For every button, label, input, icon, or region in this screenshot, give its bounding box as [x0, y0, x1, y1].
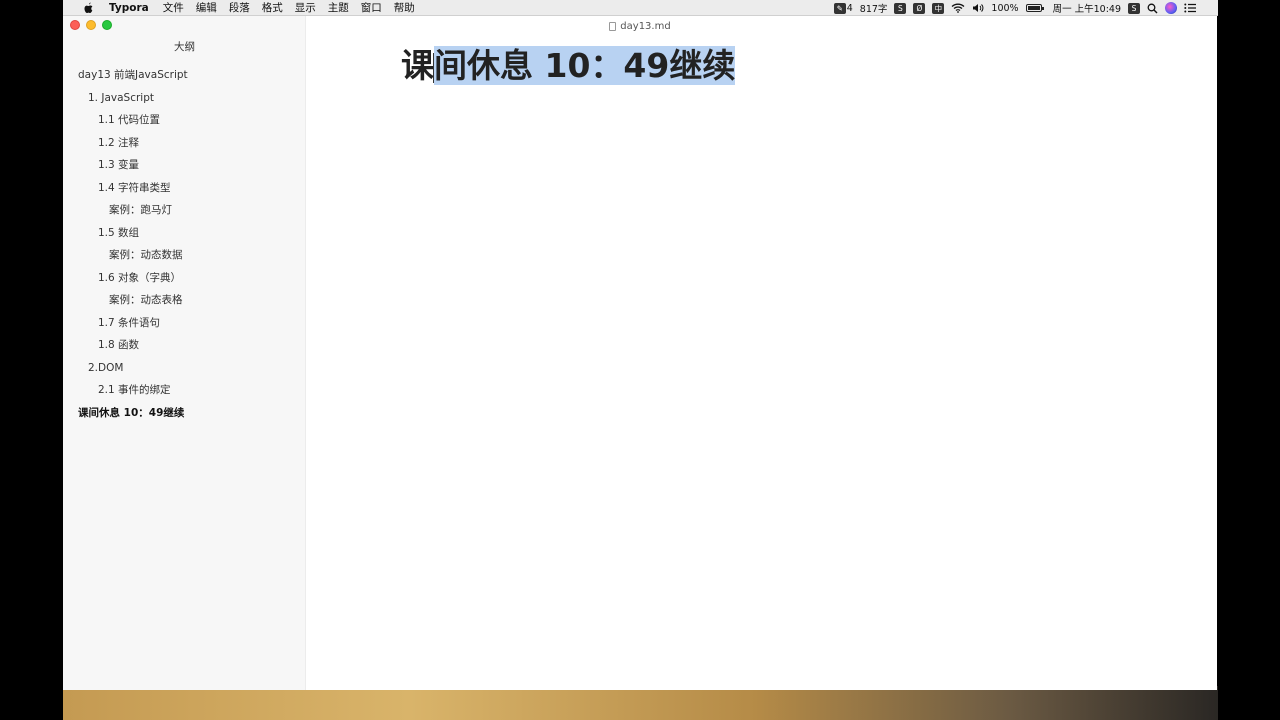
window-controls [70, 20, 112, 30]
outline-item[interactable]: 1.7 条件语句 [63, 312, 306, 335]
clock[interactable]: 周一 上午10:49 [1053, 1, 1121, 15]
spotlight-search-icon[interactable] [1147, 3, 1158, 14]
outline-item[interactable]: 1.5 数组 [63, 222, 306, 245]
outline-item[interactable]: 1.1 代码位置 [63, 109, 306, 132]
notification-status[interactable]: ✎ 4 [833, 2, 853, 14]
desktop-wallpaper [63, 686, 1218, 720]
menu-window[interactable]: 窗口 [355, 0, 388, 15]
editor-area[interactable]: 课间休息 10：49继续 [307, 36, 1217, 690]
menu-paragraph[interactable]: 段落 [223, 0, 256, 15]
menu-theme[interactable]: 主题 [322, 0, 355, 15]
outline-item[interactable]: 2.1 事件的绑定 [63, 379, 306, 402]
menu-format[interactable]: 格式 [256, 0, 289, 15]
outline-item[interactable]: 1.3 变量 [63, 154, 306, 177]
menu-view[interactable]: 显示 [289, 0, 322, 15]
minimize-button[interactable] [86, 20, 96, 30]
outline-list: day13 前端JavaScript 1. JavaScript 1.1 代码位置 1… [63, 64, 306, 424]
title-bar: day13.md [63, 16, 1217, 36]
menu-help[interactable]: 帮助 [388, 0, 421, 15]
battery-icon[interactable] [1025, 4, 1044, 12]
outline-item[interactable]: 案例：动态表格 [63, 289, 306, 312]
outline-item[interactable]: 1.2 注释 [63, 132, 306, 155]
outline-item[interactable]: 1.4 字符串类型 [63, 177, 306, 200]
ime-indicator[interactable]: 中 [932, 2, 945, 14]
word-count[interactable]: 817字 [860, 1, 888, 15]
outline-item[interactable]: 案例：动态数据 [63, 244, 306, 267]
extension-icon[interactable]: S [1128, 2, 1140, 14]
menu-edit[interactable]: 编辑 [190, 0, 223, 15]
outline-item[interactable]: 1.6 对象（字典） [63, 267, 306, 290]
notification-count: 4 [846, 2, 853, 14]
outline-item[interactable]: 案例：跑马灯 [63, 199, 306, 222]
document-icon [609, 21, 617, 31]
outline-item[interactable]: 2.DOM [63, 357, 306, 380]
document-title-text: day13.md [620, 20, 671, 32]
battery-fill [1027, 6, 1040, 10]
typora-window: 大纲 day13 前端JavaScript 1. JavaScript 1.1 代码… [63, 16, 1217, 690]
outline-sidebar: 大纲 day13 前端JavaScript 1. JavaScript 1.1 代码… [63, 16, 306, 690]
outline-item[interactable]: 课间休息 10：49继续 [63, 402, 306, 425]
heading-text-selected: 间休息 10：49继续 [434, 46, 736, 85]
app-badge-icon: ✎ [833, 2, 846, 14]
outline-item[interactable]: day13 前端JavaScript [63, 64, 306, 87]
menubar: Typora 文件 编辑 段落 格式 显示 主题 窗口 帮助 ✎ 4 817字 … [63, 0, 1218, 16]
volume-icon[interactable] [972, 3, 984, 13]
tool-icon[interactable]: Ø [913, 2, 926, 14]
heading-1[interactable]: 课间休息 10：49继续 [401, 44, 736, 88]
zoom-button[interactable] [102, 20, 112, 30]
sync-icon[interactable]: S [894, 2, 907, 14]
wifi-icon[interactable] [951, 3, 965, 13]
notification-center-icon[interactable] [1184, 3, 1196, 13]
outline-title: 大纲 [174, 41, 195, 53]
menu-app-name[interactable]: Typora [105, 2, 157, 14]
heading-text-unselected: 课 [401, 46, 434, 85]
menu-file[interactable]: 文件 [157, 0, 190, 15]
outline-item[interactable]: 1.8 函数 [63, 334, 306, 357]
apple-icon[interactable] [81, 1, 95, 15]
battery-percent[interactable]: 100% [991, 3, 1018, 14]
siri-icon[interactable] [1165, 2, 1177, 14]
outline-item[interactable]: 1. JavaScript [63, 87, 306, 110]
document-title: day13.md [609, 20, 671, 32]
close-button[interactable] [70, 20, 80, 30]
